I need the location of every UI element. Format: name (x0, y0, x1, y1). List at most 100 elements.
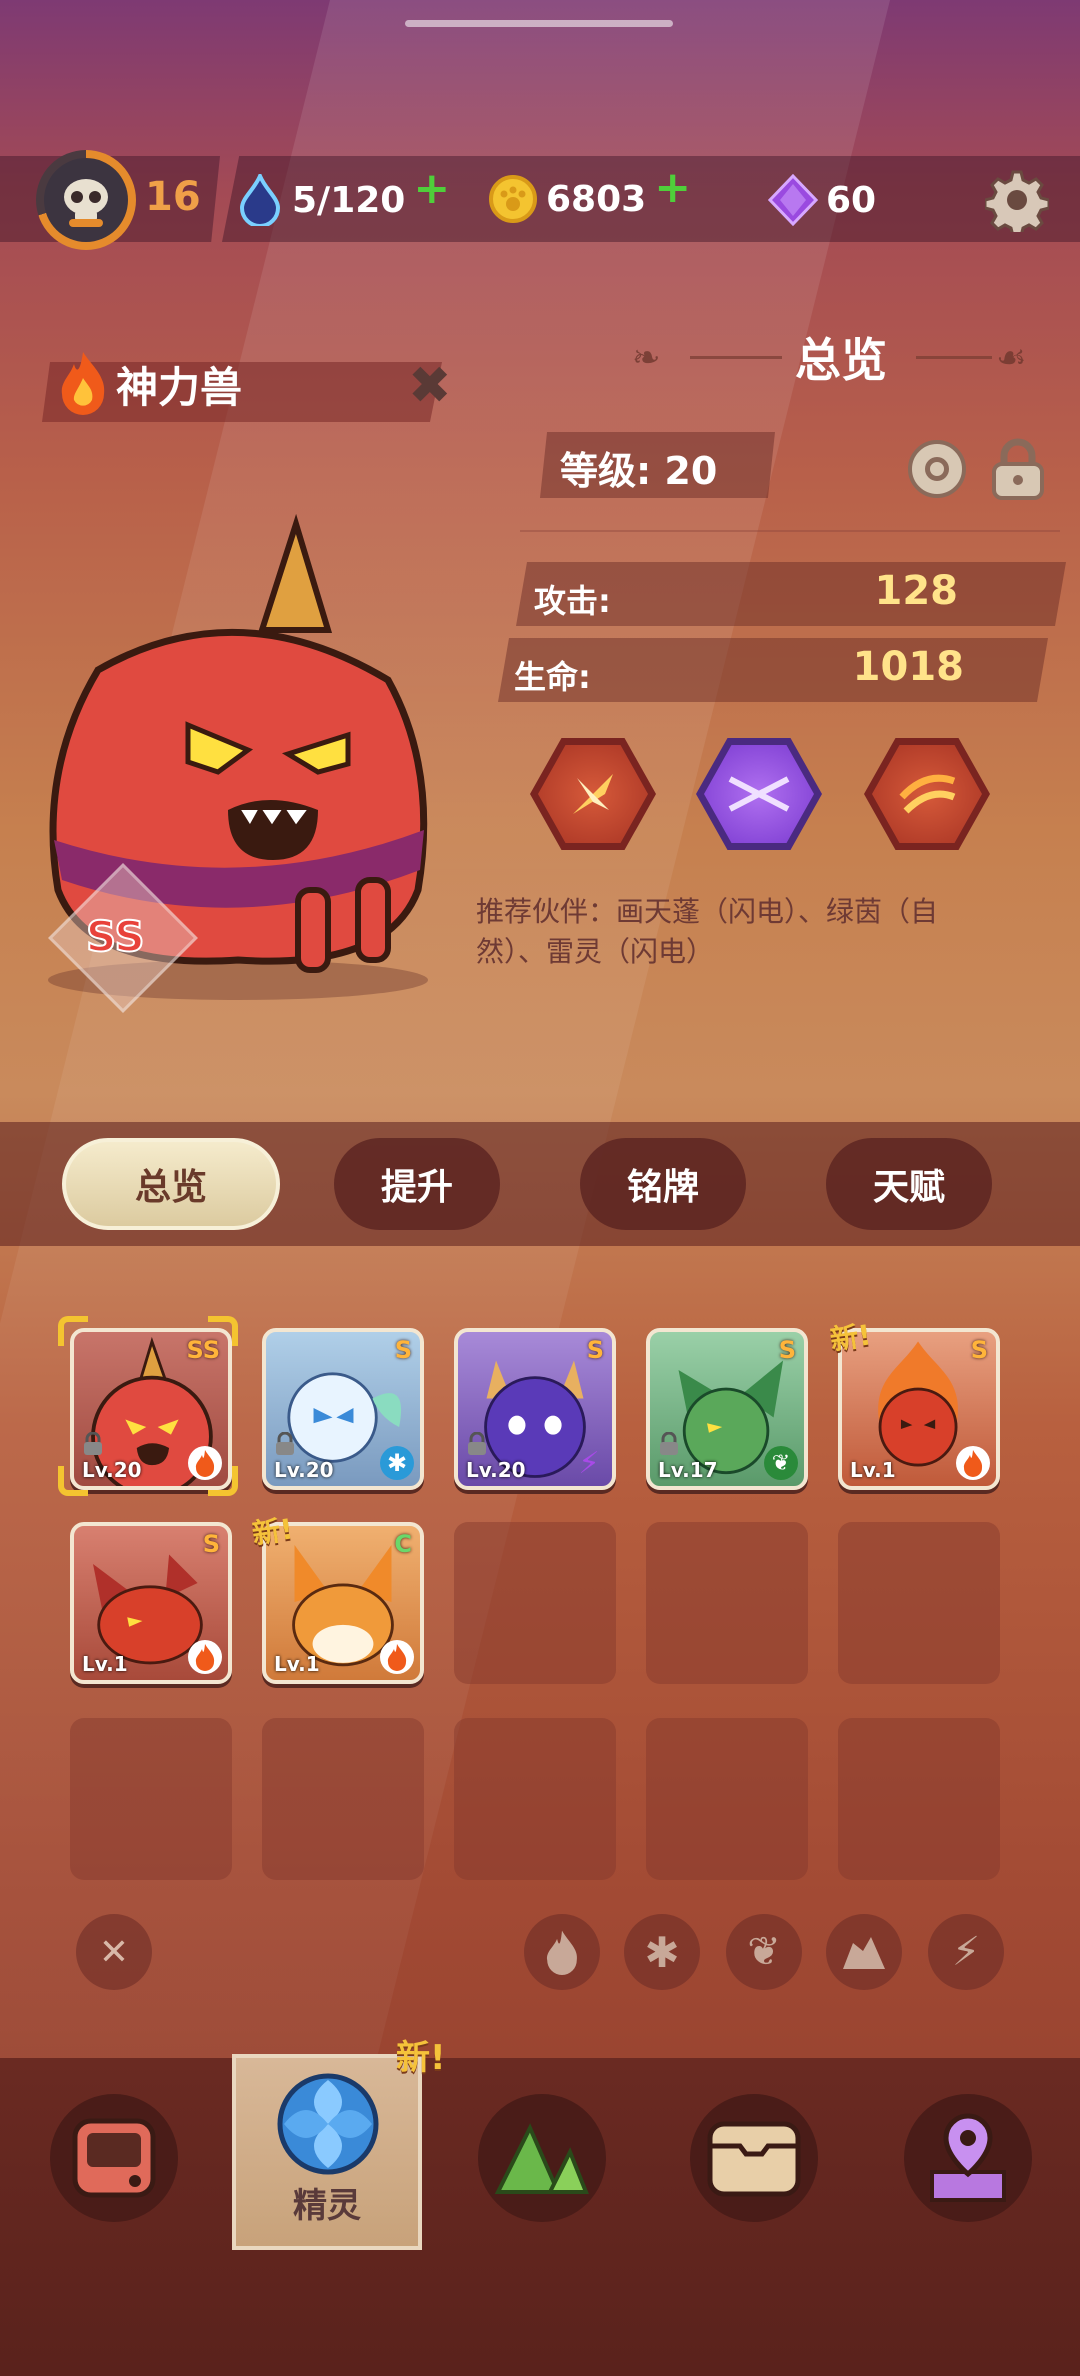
attack-label: 攻击: (534, 582, 611, 620)
fire-icon (188, 1640, 222, 1674)
empty-slot (838, 1522, 1000, 1684)
new-badge: 新! (396, 2038, 446, 2078)
card-level: Lv.20 (466, 1458, 526, 1482)
stamina-value: 5/120 (292, 179, 406, 221)
skill-claw-button[interactable] (864, 738, 990, 850)
tab-overview[interactable]: 总览 (62, 1138, 280, 1230)
settings-gear-icon[interactable] (985, 168, 1049, 232)
fire-icon (956, 1446, 990, 1480)
lightning-icon: ⚡ (951, 1929, 981, 1975)
nav-spirit-label: 精灵 (293, 2186, 361, 2226)
lightning-icon: ⚡ (578, 1445, 600, 1481)
shop-icon (72, 2118, 156, 2198)
location-pin-icon (930, 2113, 1006, 2202)
filter-lightning-button[interactable]: ⚡ (928, 1914, 1004, 1990)
filter-nature-button[interactable]: ❦ (726, 1914, 802, 1990)
water-drop-icon (239, 174, 281, 226)
filter-ice-button[interactable]: ✱ (624, 1914, 700, 1990)
attack-value: 128 (874, 568, 959, 614)
clear-filter-button[interactable]: ✕ (76, 1914, 152, 1990)
ice-icon: ✱ (380, 1446, 414, 1480)
empty-slot (646, 1718, 808, 1880)
selection-corner (58, 1466, 88, 1496)
rank-text: SS (85, 911, 146, 962)
filter-earth-button[interactable] (826, 1914, 902, 1990)
fire-icon (546, 1930, 577, 1975)
new-badge: 新! (250, 1512, 296, 1551)
target-button[interactable] (908, 440, 966, 498)
card-level: Lv.1 (82, 1652, 128, 1676)
spirit-card[interactable]: S Lv.17 ❦ (646, 1328, 808, 1490)
hp-label: 生命: (514, 658, 591, 696)
nav-map-button[interactable] (478, 2094, 606, 2222)
spirit-card[interactable]: S Lv.20 ⚡ (454, 1328, 616, 1490)
player-avatar[interactable] (36, 150, 136, 250)
resource-bar: 16 5/120 + 6803 + 60 (0, 150, 1080, 250)
player-level: 16 (145, 174, 201, 220)
card-rank: S (778, 1336, 796, 1364)
claw-skill-icon (899, 774, 956, 814)
stamina-counter: 5/120 + (236, 167, 450, 226)
card-level: Lv.20 (82, 1458, 142, 1482)
coin-value: 6803 (546, 178, 647, 220)
mountain-icon (494, 2123, 589, 2194)
empty-slot (70, 1718, 232, 1880)
skull-avatar-icon (64, 179, 108, 227)
add-coins-button[interactable]: + (654, 166, 691, 210)
empty-slot (646, 1522, 808, 1684)
card-level: Lv.20 (274, 1458, 334, 1482)
card-rank: S (202, 1530, 220, 1558)
close-icon[interactable]: ✖ (408, 356, 452, 416)
fire-element-icon (61, 352, 105, 415)
lock-icon (276, 1432, 294, 1455)
overview-title: 总览 (795, 333, 887, 387)
empty-slot (262, 1718, 424, 1880)
hp-value: 1018 (852, 644, 964, 690)
leaf-icon: ❦ (764, 1446, 798, 1480)
new-badge: 新! (828, 1318, 874, 1357)
card-level: Lv.1 (274, 1652, 320, 1676)
empty-slot (454, 1718, 616, 1880)
leaf-icon: ❦ (747, 1929, 781, 1975)
card-level: Lv.1 (850, 1458, 896, 1482)
spirit-level: 等级: 20 (560, 449, 718, 493)
slash-skill-icon (573, 774, 613, 814)
gem-value: 60 (826, 179, 877, 221)
spirit-card[interactable]: S Lv.20 ✱ (262, 1328, 424, 1490)
coin-counter: 6803 + (488, 166, 691, 224)
spirit-card[interactable]: S Lv.1 (70, 1522, 232, 1684)
lock-icon (660, 1432, 678, 1455)
target-icon (925, 457, 949, 481)
add-stamina-button[interactable]: + (413, 167, 450, 211)
tab-talent[interactable]: 天赋 (826, 1138, 992, 1230)
nav-inventory-button[interactable] (690, 2094, 818, 2222)
tab-nameplate[interactable]: 铭牌 (580, 1138, 746, 1230)
selection-corner (58, 1316, 88, 1346)
close-icon: ✕ (98, 1931, 130, 1973)
nav-shop-button[interactable] (50, 2094, 178, 2222)
chest-icon (707, 2121, 801, 2197)
gem-icon (768, 174, 818, 226)
card-rank: C (394, 1530, 412, 1558)
card-rank: S (394, 1336, 412, 1364)
earth-icon (843, 1937, 885, 1969)
right-ornament-icon: ☙ (996, 338, 1027, 378)
aperture-icon (277, 2073, 379, 2175)
spirit-name: 神力兽 (116, 363, 243, 412)
skill-cross-button[interactable] (696, 738, 822, 850)
nav-location-button[interactable] (904, 2094, 1032, 2222)
left-ornament-icon: ❧ (632, 338, 661, 378)
gem-counter: 60 (768, 174, 876, 226)
paw-coin-icon (489, 175, 537, 223)
lock-icon (84, 1432, 102, 1455)
status-notch (405, 20, 673, 27)
lock-icon (468, 1432, 486, 1455)
tab-upgrade[interactable]: 提升 (334, 1138, 500, 1230)
filter-fire-button[interactable] (524, 1914, 600, 1990)
selection-corner (208, 1466, 238, 1496)
empty-slot (454, 1522, 616, 1684)
recommended-partners: 推荐伙伴：画天蓬（闪电）、绿茵（自 然）、雷灵（闪电） (476, 895, 939, 968)
lock-icon[interactable] (990, 438, 1046, 500)
cross-skill-icon (728, 776, 790, 812)
selection-corner (208, 1316, 238, 1346)
